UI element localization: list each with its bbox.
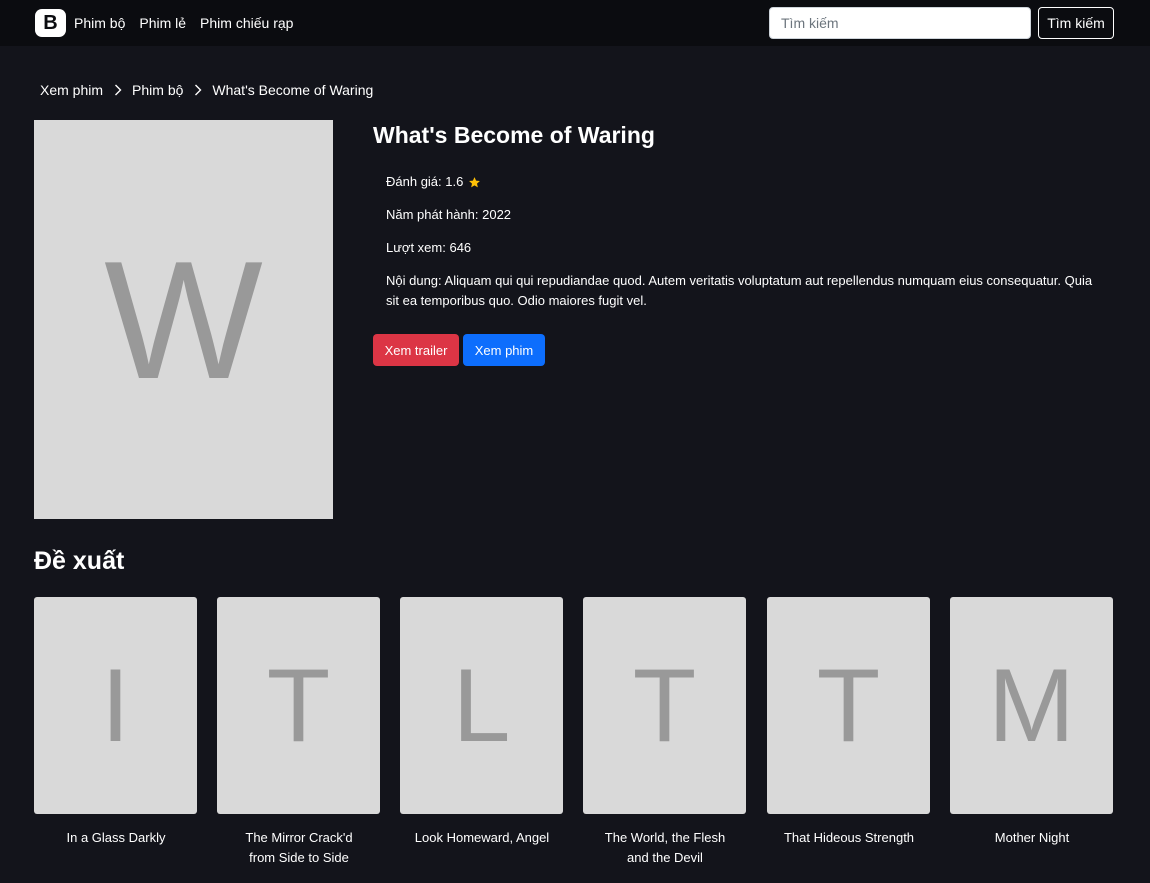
search-input[interactable] bbox=[769, 7, 1031, 39]
suggestions-heading: Đề xuất bbox=[34, 547, 125, 575]
breadcrumb-item-current: What's Become of Waring bbox=[212, 82, 374, 98]
suggestion-poster[interactable]: T bbox=[217, 597, 380, 814]
movie-rating: Đánh giá: 1.6 bbox=[386, 172, 1106, 192]
suggestion-poster-letter: T bbox=[266, 647, 331, 764]
suggestion-card[interactable]: T The World, the Flesh and the Devil bbox=[583, 597, 747, 868]
suggestion-poster[interactable]: M bbox=[950, 597, 1113, 814]
nav-link-phim-le[interactable]: Phim lẻ bbox=[139, 15, 186, 31]
suggestion-title[interactable]: In a Glass Darkly bbox=[34, 828, 198, 848]
chevron-right-icon bbox=[114, 84, 122, 96]
brand-logo-icon[interactable]: B bbox=[35, 9, 66, 37]
movie-poster: W bbox=[34, 120, 333, 519]
suggestion-title[interactable]: Look Homeward, Angel bbox=[400, 828, 564, 848]
suggestion-poster[interactable]: L bbox=[400, 597, 563, 814]
suggestion-title[interactable]: The World, the Flesh and the Devil bbox=[583, 828, 747, 868]
nav-link-phim-chieu-rap[interactable]: Phim chiếu rạp bbox=[200, 15, 293, 31]
poster-placeholder-letter: W bbox=[104, 225, 263, 414]
suggestion-poster-letter: T bbox=[816, 647, 881, 764]
suggestion-poster[interactable]: I bbox=[34, 597, 197, 814]
breadcrumb: Xem phim Phim bộ What's Become of Waring bbox=[40, 82, 373, 98]
movie-title: What's Become of Waring bbox=[373, 122, 655, 148]
nav-link-phim-bo[interactable]: Phim bộ bbox=[74, 15, 125, 31]
movie-views: Lượt xem: 646 bbox=[386, 240, 472, 255]
search-button[interactable]: Tìm kiếm bbox=[1038, 7, 1114, 39]
suggestion-card[interactable]: T The Mirror Crack'd from Side to Side bbox=[217, 597, 381, 868]
suggestion-title[interactable]: Mother Night bbox=[950, 828, 1114, 848]
chevron-right-icon bbox=[194, 84, 202, 96]
suggestion-poster-letter: L bbox=[452, 647, 511, 764]
suggestion-poster-letter: I bbox=[101, 647, 130, 764]
nav-links: Phim bộ Phim lẻ Phim chiếu rạp bbox=[74, 0, 307, 46]
suggestion-poster[interactable]: T bbox=[583, 597, 746, 814]
movie-description: Nội dung: Aliquam qui qui repudiandae qu… bbox=[386, 273, 1093, 308]
suggestion-title[interactable]: That Hideous Strength bbox=[767, 828, 931, 848]
watch-movie-button[interactable]: Xem phim bbox=[463, 334, 545, 366]
rating-text: Đánh giá: 1.6 bbox=[386, 174, 464, 189]
suggestion-poster-letter: T bbox=[632, 647, 697, 764]
breadcrumb-item-xem-phim[interactable]: Xem phim bbox=[40, 82, 103, 98]
suggestion-poster-letter: M bbox=[988, 647, 1075, 764]
star-icon bbox=[468, 176, 481, 189]
watch-trailer-button[interactable]: Xem trailer bbox=[373, 334, 459, 366]
suggestion-poster[interactable]: T bbox=[767, 597, 930, 814]
movie-release-year: Năm phát hành: 2022 bbox=[386, 207, 512, 222]
breadcrumb-item-phim-bo[interactable]: Phim bộ bbox=[132, 82, 183, 98]
suggestion-title[interactable]: The Mirror Crack'd from Side to Side bbox=[217, 828, 381, 868]
suggestion-card[interactable]: M Mother Night bbox=[950, 597, 1114, 848]
suggestion-card[interactable]: I In a Glass Darkly bbox=[34, 597, 198, 848]
navbar: B Phim bộ Phim lẻ Phim chiếu rạp Tìm kiế… bbox=[0, 0, 1150, 46]
suggestion-card[interactable]: L Look Homeward, Angel bbox=[400, 597, 564, 848]
suggestion-card[interactable]: T That Hideous Strength bbox=[767, 597, 931, 848]
